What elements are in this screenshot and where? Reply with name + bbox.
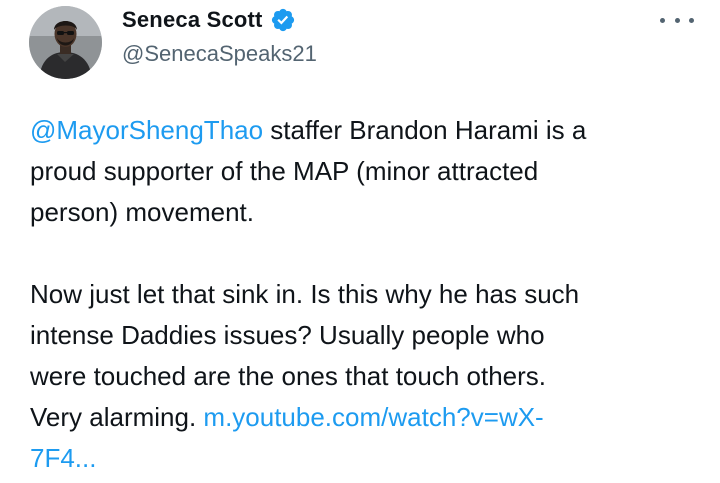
display-name[interactable]: Seneca Scott [122, 7, 263, 33]
more-dot [689, 17, 694, 23]
tweet: Seneca Scott @SenecaSpeaks21 @MayorSheng… [0, 0, 720, 483]
tweet-text-segment: staffer Brandon Harami is a [263, 115, 587, 145]
tweet-line: person) movement. [30, 197, 254, 227]
avatar[interactable] [29, 6, 102, 79]
handle[interactable]: @SenecaSpeaks21 [122, 41, 317, 67]
tweet-line: intense Daddies issues? Usually people w… [30, 320, 545, 350]
youtube-link[interactable]: m.youtube.com/watch?v=wX- [203, 402, 543, 432]
tweet-line: Very alarming. m.youtube.com/watch?v=wX- [30, 397, 700, 438]
more-dot [660, 17, 665, 23]
tweet-line: @MayorShengThao staffer Brandon Harami i… [30, 110, 700, 151]
tweet-line: Now just let that sink in. Is this why h… [30, 279, 580, 309]
more-dot [674, 17, 680, 23]
tweet-line: were touched are the ones that touch oth… [30, 361, 547, 391]
verified-badge-icon [270, 7, 296, 33]
youtube-link-continued[interactable]: 7F4... [30, 443, 96, 473]
tweet-text: @MayorShengThao staffer Brandon Harami i… [30, 110, 700, 479]
avatar-image [29, 6, 102, 79]
tweet-line: proud supporter of the MAP (minor attrac… [30, 156, 539, 186]
name-row: Seneca Scott [122, 4, 296, 36]
mention-link[interactable]: @MayorShengThao [30, 115, 263, 145]
tweet-line: 7F4... [30, 438, 700, 479]
more-options-icon[interactable] [660, 12, 694, 28]
tweet-text-segment: Very alarming. [30, 402, 204, 432]
